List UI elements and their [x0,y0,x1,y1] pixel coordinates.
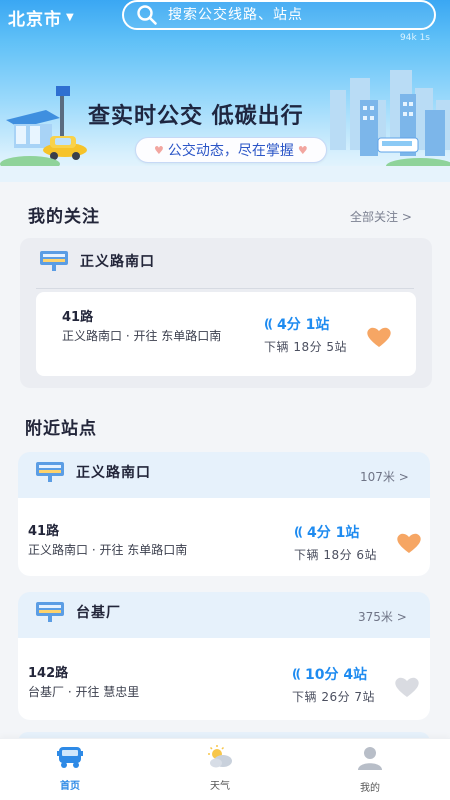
route-number: 41路 [28,524,60,539]
stop-name: 正义路南口 [76,465,151,481]
profile-icon [358,747,382,770]
signal-wave-icon: (( [292,667,301,681]
banner-headline: 查实时公交 低碳出行 [88,104,304,129]
nearby-stop-header[interactable]: 正义路南口 107米 > [18,452,430,496]
route-direction: 正义路南口 · 开往 东单路口南 [28,543,188,557]
route-number: 142路 [28,666,69,681]
route-direction: 正义路南口 · 开往 东单路口南 [62,329,222,343]
heart-icon[interactable] [366,326,392,348]
eta-text: 4分 1站 [306,525,360,541]
bus-icon [57,747,83,768]
stop-head: 台基厂 [36,602,121,622]
nearby-route-row[interactable]: 41路 正义路南口 · 开往 东单路口南 (( 4分 1站 下辆 18分 6站 [18,498,430,576]
stop-head: 正义路南口 [36,462,151,482]
nearby-title: 附近站点 [25,419,97,439]
favorite-route-row[interactable]: 41路 正义路南口 · 开往 东单路口南 (( 4分 1站 下辆 18分 5站 [36,292,416,376]
stop-name: 台基厂 [76,605,121,621]
nearby-stop-header[interactable]: 台基厂 375米 > [18,592,430,636]
next-bus-info: 下辆 18分 5站 [264,340,348,354]
nearby-stop-card: 正义路南口 107米 > 41路 正义路南口 · 开往 东单路口南 (( 4分 … [18,452,430,576]
signal-wave-icon: (( [264,317,273,331]
tagline-text: 公交动态，尽在掌握 [167,143,294,159]
favorites-title: 我的关注 [28,207,100,227]
banner-tagline: ♥ 公交动态，尽在掌握 ♥ [135,137,327,163]
tab-home[interactable]: 首页 [30,745,110,797]
route-direction: 台基厂 · 开往 慧忠里 [28,685,140,699]
stop-distance: 375米 > [358,610,407,624]
search-icon [137,5,157,25]
heart-decoration-icon: ♥ [297,143,308,157]
eta-text: 4分 1站 [276,317,330,333]
bus-stop-sign-icon [36,602,64,622]
city-selector[interactable]: 北京市 ▼ [8,5,116,30]
eta-realtime: (( 10分 4站 [292,664,367,684]
status-indicator: 94k 1s [400,33,430,43]
favorite-stop-header[interactable]: 正义路南口 [40,251,155,271]
favorite-stop-card: 正义路南口 41路 正义路南口 · 开往 东单路口南 (( 4分 1站 下辆 1… [20,238,432,388]
tab-weather[interactable]: 天气 [180,745,260,797]
nearby-route-row[interactable]: 142路 台基厂 · 开往 慧忠里 (( 10分 4站 下辆 26分 7站 [18,638,430,720]
eta-text: 10分 4站 [304,667,368,683]
eta-realtime: (( 4分 1站 [294,522,359,542]
heart-icon[interactable] [394,676,420,698]
nearby-stop-card: 台基厂 375米 > 142路 台基厂 · 开往 慧忠里 (( 10分 4站 下… [18,592,430,720]
tab-label: 天气 [210,781,230,792]
chevron-down-icon: ▼ [66,11,75,23]
next-bus-info: 下辆 18分 6站 [294,548,378,562]
bus-stop-sign-icon [36,462,64,482]
weather-icon [208,745,232,768]
tab-label: 首页 [60,781,80,792]
tab-profile[interactable]: 我的 [330,745,410,797]
eta-realtime: (( 4分 1站 [264,314,329,334]
header-banner: 北京市 ▼ 94k 1s 查实时公交 低碳出行 ♥ 公交动态，尽在掌握 ♥ [0,0,450,182]
divider [36,288,414,289]
signal-wave-icon: (( [294,525,303,539]
search-input[interactable] [168,7,408,23]
tab-label: 我的 [360,783,380,794]
stop-name: 正义路南口 [80,254,155,270]
heart-decoration-icon: ♥ [154,143,164,157]
route-number: 41路 [62,310,94,325]
bus-stop-sign-icon [40,251,68,271]
city-name: 北京市 [8,9,62,30]
bottom-navigation: 首页 天气 我的 [0,738,450,800]
heart-icon[interactable] [396,532,422,554]
search-bar[interactable] [122,0,436,30]
stop-distance: 107米 > [360,470,409,484]
next-bus-info: 下辆 26分 7站 [292,690,376,704]
all-favorites-link[interactable]: 全部关注 > [350,208,412,225]
